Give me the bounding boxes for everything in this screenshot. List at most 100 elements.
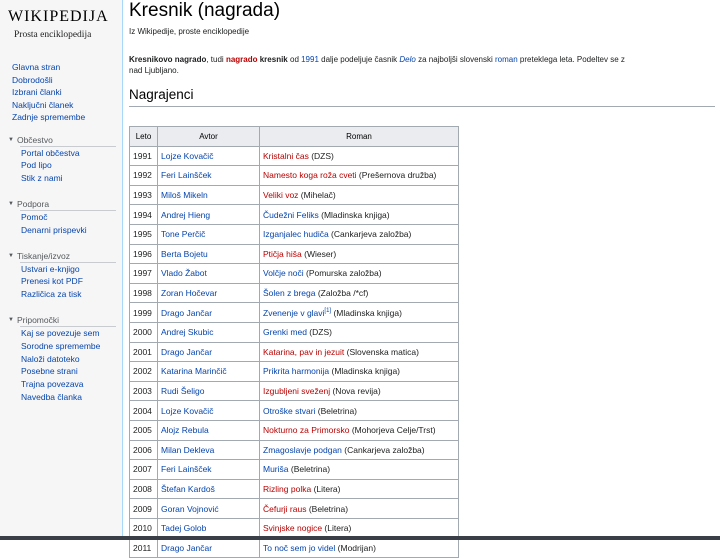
sidebar-link[interactable]: Portal občestva [21,148,80,158]
novel-link[interactable]: Šolen z brega [263,288,315,298]
author-link[interactable]: Feri Lainšček [157,165,260,186]
novel-link[interactable]: Ptičja hiša [263,249,302,259]
column-header-year[interactable]: Leto [129,126,158,147]
novel-link[interactable]: Čudežni Feliks [263,210,319,220]
novel-link[interactable]: Kristalni čas [263,151,309,161]
sidebar-link[interactable]: Pomoč [21,212,47,222]
author-link[interactable]: Andrej Hieng [157,204,260,225]
author-link[interactable]: Štefan Kardoš [157,478,260,500]
sidebar-link[interactable]: Pod lipo [21,160,52,170]
column-header-author[interactable]: Avtor [157,126,260,147]
collapse-triangle-icon[interactable]: ▼ [8,137,14,143]
sidebar-section-2[interactable]: ▼ Podpora [8,199,49,209]
year-cell: 2005 [129,419,158,441]
novel-link[interactable]: Veliki voz [263,190,298,200]
publisher-text: (Založba /*cf) [315,288,369,299]
author-link[interactable]: Katarina Marinčič [157,361,260,382]
intro-link[interactable]: 1991 [301,55,319,64]
sidebar-link[interactable]: Sorodne spremembe [21,341,100,351]
table-row: 2007 Feri Lainšček Muriša (Beletrina) [129,459,459,480]
author-link[interactable]: Miloš Mikeln [157,184,260,206]
sidebar-link[interactable]: Zadnje spremembe [12,112,85,122]
author-link[interactable]: Vlado Žabot [157,263,260,284]
intro-link[interactable]: Delo [399,55,415,64]
novel-link[interactable]: Rizling polka [263,484,311,494]
table-row: 1999 Drago Jančar Zvenenje v glavi[1] (Mla… [129,302,459,323]
author-link[interactable]: Goran Vojnović [157,498,260,519]
novel-link[interactable]: Izgubljeni sveženj [263,386,330,396]
author-link[interactable]: Andrej Skubic [157,321,260,343]
novel-cell: Zvenenje v glavi[1] (Mladinska knjiga) [259,302,459,323]
sidebar-link[interactable]: Glavna stran [12,62,60,72]
sidebar-link[interactable]: Trajna povezava [21,379,84,389]
sidebar-section-3[interactable]: ▼ Tiskanje/izvoz [8,251,70,261]
novel-link[interactable]: Izganjalec hudiča [263,229,329,239]
sidebar-link[interactable]: Ustvari e-knjigo [21,264,80,274]
publisher-text: (Wieser) [301,248,337,259]
sidebar-link[interactable]: Naključni članek [12,100,73,110]
author-link[interactable]: Tone Perčič [157,223,260,245]
collapse-triangle-icon[interactable]: ▼ [8,253,14,259]
article-content: Kresnik (nagrada) Iz Wikipedije, proste … [122,0,720,558]
author-link[interactable]: Zoran Hočevar [157,282,260,304]
novel-link[interactable]: To noč sem jo videl [263,543,335,553]
intro-link[interactable]: nagrado [226,55,258,64]
intro-text: preteklega leta. Podeltev se z [517,55,625,64]
novel-cell: Čudežni Feliks (Mladinska knjiga) [259,204,459,225]
novel-cell: Ptičja hiša (Wieser) [259,243,459,265]
column-header-novel[interactable]: Roman [259,126,459,147]
author-link[interactable]: Rudi Šeligo [157,380,260,402]
sidebar-link[interactable]: Dobrodošli [12,75,53,85]
author-link[interactable]: Feri Lainšček [157,459,260,480]
novel-link[interactable]: Zvenenje v glavi [263,308,324,318]
section-heading: Nagrajenci [129,87,194,102]
sidebar-section-title: Tiskanje/izvoz [16,250,71,261]
novel-cell: Volčje noči (Pomurska založba) [259,263,459,284]
novel-link[interactable]: Prikrita harmonija [263,366,329,376]
sidebar-link[interactable]: Posebne strani [21,366,78,376]
novel-link[interactable]: Čefurji raus [263,504,306,514]
author-link[interactable]: Lojze Kovačič [157,145,260,167]
novel-cell: Veliki voz (Mihelač) [259,184,459,206]
sidebar-link[interactable]: Različica za tisk [21,289,81,299]
novel-link[interactable]: Svinjske nogice [263,523,322,533]
sidebar-link[interactable]: Izbrani članki [12,87,62,97]
collapse-triangle-icon[interactable]: ▼ [8,317,14,323]
novel-link[interactable]: Muriša [263,464,289,474]
sidebar-link[interactable]: Denarni prispevki [21,225,87,235]
year-cell: 1998 [129,282,158,304]
author-link[interactable]: Milan Dekleva [157,439,260,461]
sidebar-link[interactable]: Navedba članka [21,392,82,402]
author-link[interactable]: Drago Jančar [157,302,260,323]
intro-text: dalje podeljuje časnik [318,55,400,64]
sidebar-link[interactable]: Prenesi kot PDF [21,276,83,286]
intro-link[interactable]: roman [495,55,518,64]
table-row: 1992 Feri Lainšček Namesto koga roža cveti… [129,165,459,186]
wikipedia-logo[interactable]: WIKIPEDIJA Prosta enciklopedija [8,8,116,48]
sidebar-link[interactable]: Naloži datoteko [21,354,80,364]
novel-link[interactable]: Volčje noči [263,268,304,278]
author-link[interactable]: Drago Jančar [157,537,260,558]
year-cell: 2001 [129,341,158,363]
novel-link[interactable]: Namesto koga roža cveti [263,170,357,180]
novel-link[interactable]: Zmagoslavje podgan [263,445,342,455]
novel-link[interactable]: Katarina, pav in jezuit [263,347,344,357]
novel-link[interactable]: Otroške stvari [263,406,315,416]
author-link[interactable]: Drago Jančar [157,341,260,363]
publisher-text: (Cankarjeva založba) [328,229,412,240]
sidebar-section-4[interactable]: ▼ Pripomočki [8,315,59,325]
sidebar-section-1[interactable]: ▼ Občestvo [8,135,53,145]
sidebar-link[interactable]: Stik z nami [21,173,63,183]
sidebar-link[interactable]: Kaj se povezuje sem [21,328,99,338]
collapse-triangle-icon[interactable]: ▼ [8,201,14,207]
novel-cell: Kristalni čas (DZS) [259,145,459,167]
novel-cell: Izganjalec hudiča (Cankarjeva založba) [259,223,459,245]
novel-link[interactable]: Grenki med [263,327,307,337]
novel-link[interactable]: Nokturno za Primorsko [263,425,349,435]
year-cell: 1991 [129,145,158,167]
author-link[interactable]: Berta Bojetu [157,243,260,265]
author-link[interactable]: Alojz Rebula [157,419,260,441]
author-link[interactable]: Lojze Kovačič [157,400,260,421]
novel-cell: Rizling polka (Litera) [259,478,459,500]
year-cell: 1992 [129,165,158,186]
